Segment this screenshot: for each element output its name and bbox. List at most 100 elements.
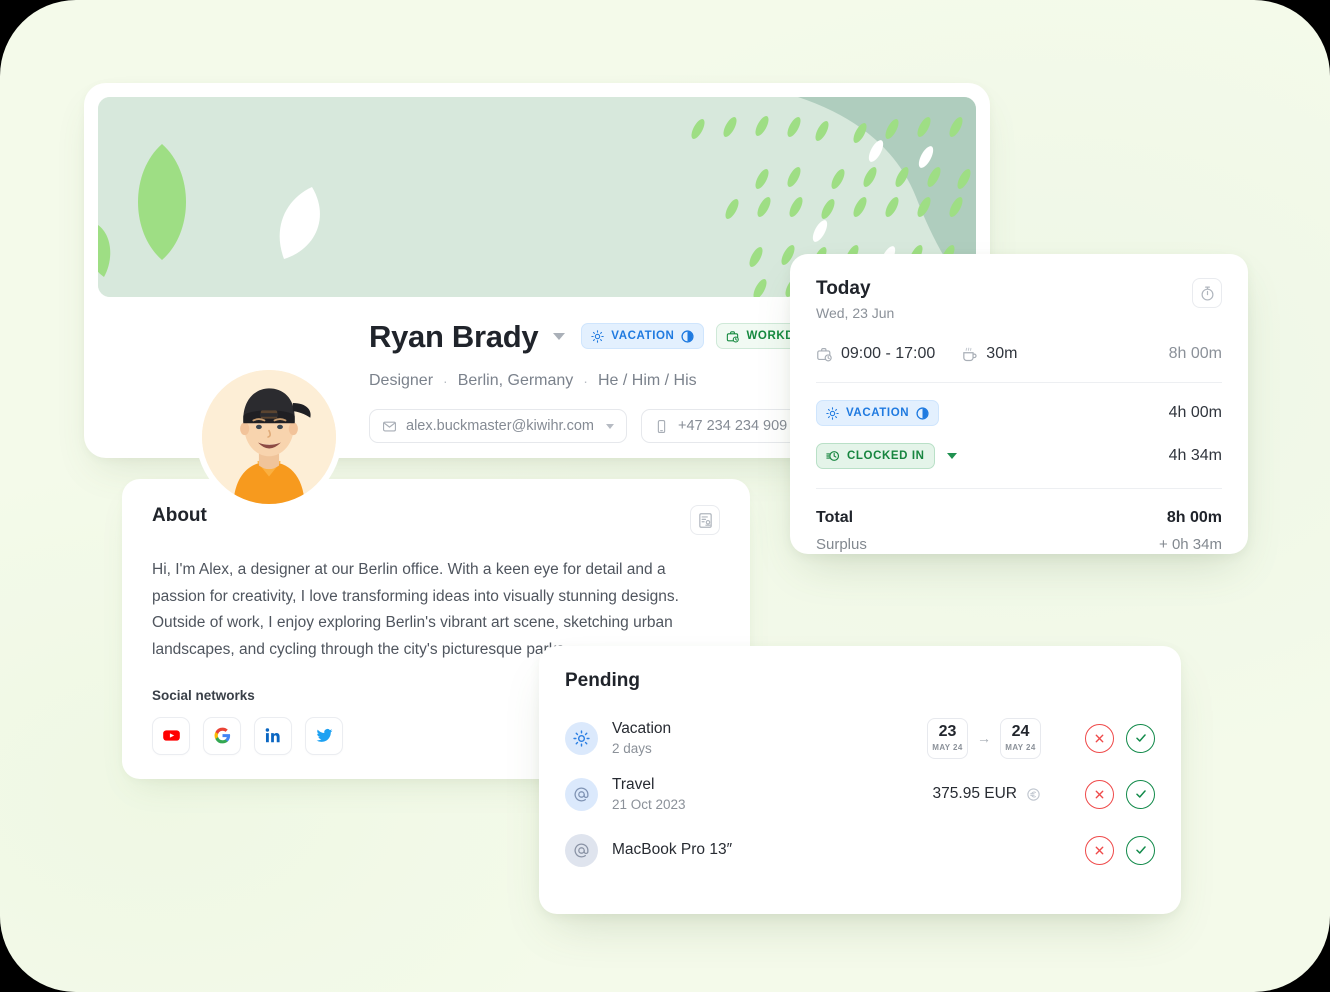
entry-row-clocked-in: CLOCKED IN 4h 34m bbox=[816, 443, 1222, 469]
schedule-row: 09:00 - 17:00 30m 8h 00m bbox=[816, 345, 1222, 363]
stopwatch-icon-button[interactable] bbox=[1192, 278, 1222, 308]
row-title: MacBook Pro 13″ bbox=[612, 841, 733, 858]
work-hours-item: 09:00 - 17:00 bbox=[816, 345, 935, 363]
app-canvas: Ryan Brady VACATION WORKDAY Designer · B… bbox=[0, 0, 1330, 992]
row-subtitle: 2 days bbox=[612, 741, 652, 756]
table-row[interactable]: Vacation 2 days 23 MAY 24 → 24 MAY 24 bbox=[565, 710, 1155, 766]
profile-info: Ryan Brady VACATION WORKDAY Designer · B… bbox=[369, 315, 841, 443]
entry-badge-clocked-in[interactable]: CLOCKED IN bbox=[816, 443, 935, 469]
row-title: Travel bbox=[612, 776, 655, 793]
email-chip[interactable]: alex.buckmaster@kiwihr.com bbox=[369, 409, 627, 443]
pending-title: Pending bbox=[565, 670, 640, 691]
twitter-icon bbox=[316, 729, 332, 743]
about-header: About bbox=[152, 505, 720, 535]
avatar[interactable] bbox=[196, 364, 342, 510]
total-row: Total 8h 00m bbox=[816, 509, 1222, 527]
at-sign-icon bbox=[574, 786, 589, 802]
row-subtitle: 21 Oct 2023 bbox=[612, 797, 686, 812]
accept-button[interactable] bbox=[1126, 779, 1155, 809]
divider bbox=[816, 382, 1222, 383]
entry-badge-vacation-label: VACATION bbox=[846, 407, 910, 419]
row-icon-macbook bbox=[565, 833, 598, 867]
chevron-down-icon[interactable] bbox=[553, 332, 566, 340]
phone-value: +47 234 234 909 bbox=[677, 418, 788, 434]
close-icon bbox=[1095, 846, 1104, 854]
accept-button[interactable] bbox=[1126, 723, 1155, 753]
linkedin-icon bbox=[265, 728, 280, 743]
today-title: Today bbox=[816, 278, 871, 299]
date-chip-to[interactable]: 24 MAY 24 bbox=[1000, 717, 1041, 759]
arrow-right-icon: → bbox=[977, 730, 991, 746]
pending-card: Pending Vacation 2 days 23 MAY 24 → 24 M… bbox=[539, 646, 1181, 914]
sun-icon bbox=[573, 729, 590, 747]
date-month: MAY 24 bbox=[1005, 743, 1036, 752]
row-title: Vacation bbox=[612, 720, 672, 737]
twitter-button[interactable] bbox=[305, 716, 343, 755]
status-badge-vacation-label: VACATION bbox=[611, 330, 675, 342]
check-icon bbox=[1135, 790, 1146, 798]
row-icon-vacation bbox=[565, 721, 598, 755]
document-settings-icon-button[interactable] bbox=[690, 505, 720, 535]
chevron-down-icon[interactable] bbox=[605, 423, 614, 429]
table-row[interactable]: MacBook Pro 13″ bbox=[565, 822, 1155, 878]
date-day: 24 bbox=[1011, 723, 1030, 740]
table-row[interactable]: Travel 21 Oct 2023 375.95 EUR bbox=[565, 766, 1155, 822]
chevron-down-icon[interactable] bbox=[946, 453, 957, 459]
row-text: Vacation 2 days bbox=[612, 720, 671, 756]
work-hours-value: 09:00 - 17:00 bbox=[841, 345, 936, 362]
reject-button[interactable] bbox=[1085, 723, 1114, 753]
break-item: 30m bbox=[961, 345, 1017, 363]
youtube-button[interactable] bbox=[152, 716, 190, 755]
google-icon bbox=[214, 727, 230, 744]
half-circle-icon bbox=[916, 406, 929, 420]
briefcase-clock-icon bbox=[817, 347, 832, 361]
surplus-value: + 0h 34m bbox=[1159, 536, 1222, 553]
pending-list: Vacation 2 days 23 MAY 24 → 24 MAY 24 Tr… bbox=[565, 710, 1155, 878]
euro-coin-icon bbox=[1027, 787, 1040, 801]
clock-lines-icon bbox=[826, 451, 840, 461]
accept-button[interactable] bbox=[1126, 835, 1155, 865]
google-button[interactable] bbox=[203, 716, 241, 755]
total-value: 8h 00m bbox=[1166, 509, 1222, 526]
today-header: Today Wed, 23 Jun bbox=[816, 278, 1222, 321]
row-icon-travel bbox=[565, 777, 598, 811]
surplus-label: Surplus bbox=[816, 536, 867, 553]
status-badge-vacation[interactable]: VACATION bbox=[581, 323, 705, 349]
entry-badge-clocked-in-label: CLOCKED IN bbox=[847, 450, 925, 462]
close-icon bbox=[1095, 790, 1104, 798]
row-amount: 375.95 EUR bbox=[933, 785, 1041, 803]
row-text: MacBook Pro 13″ bbox=[612, 841, 732, 859]
break-value: 30m bbox=[986, 345, 1018, 362]
amount-value: 375.95 EUR bbox=[932, 785, 1017, 802]
sun-icon bbox=[591, 329, 605, 343]
briefcase-clock-icon bbox=[727, 330, 740, 343]
envelope-icon bbox=[383, 421, 396, 431]
profile-pronouns: He / Him / His bbox=[597, 372, 697, 389]
reject-button[interactable] bbox=[1085, 835, 1114, 865]
linkedin-button[interactable] bbox=[254, 716, 292, 755]
profile-location: Berlin, Germany bbox=[457, 372, 574, 389]
date-chip-from[interactable]: 23 MAY 24 bbox=[927, 717, 968, 759]
profile-meta: Designer · Berlin, Germany · He / Him / … bbox=[369, 372, 840, 390]
email-value: alex.buckmaster@kiwihr.com bbox=[406, 418, 594, 434]
surplus-row: Surplus + 0h 34m bbox=[816, 536, 1222, 553]
at-sign-icon bbox=[574, 842, 589, 858]
total-label: Total bbox=[816, 509, 854, 526]
meta-separator: · bbox=[443, 373, 448, 389]
entry-badge-vacation[interactable]: VACATION bbox=[816, 400, 940, 426]
page-title: Ryan Brady bbox=[369, 318, 539, 354]
stopwatch-icon bbox=[1201, 286, 1213, 301]
document-settings-icon bbox=[698, 512, 712, 528]
row-actions bbox=[1085, 723, 1155, 753]
row-date-range: 23 MAY 24 → 24 MAY 24 bbox=[927, 717, 1041, 759]
avatar-image bbox=[202, 370, 336, 504]
about-title: About bbox=[152, 505, 207, 526]
row-actions bbox=[1085, 779, 1155, 809]
reject-button[interactable] bbox=[1085, 779, 1114, 809]
entry-value-vacation: 4h 00m bbox=[1168, 404, 1222, 421]
contact-row: alex.buckmaster@kiwihr.com +47 234 234 9… bbox=[369, 409, 840, 443]
entry-value-clocked-in: 4h 34m bbox=[1168, 447, 1222, 464]
profile-role: Designer bbox=[369, 372, 434, 389]
row-actions bbox=[1085, 835, 1155, 865]
schedule-total: 8h 00m bbox=[1168, 345, 1222, 362]
